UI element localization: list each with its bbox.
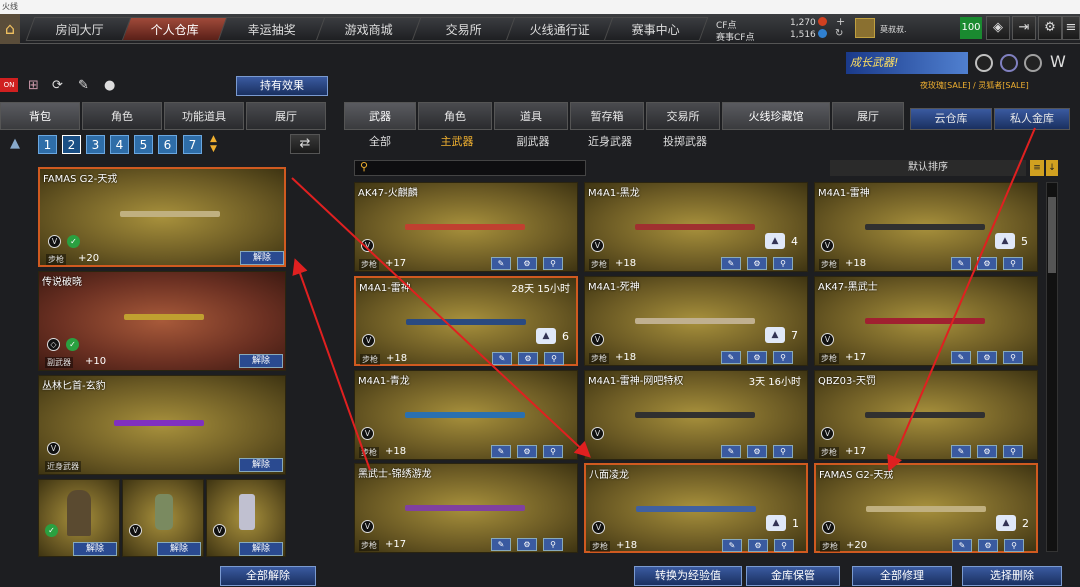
annotation-arrows	[291, 127, 1036, 472]
arrow-line	[291, 177, 591, 458]
arrow-line	[292, 258, 371, 471]
arrow-line	[887, 127, 1036, 472]
